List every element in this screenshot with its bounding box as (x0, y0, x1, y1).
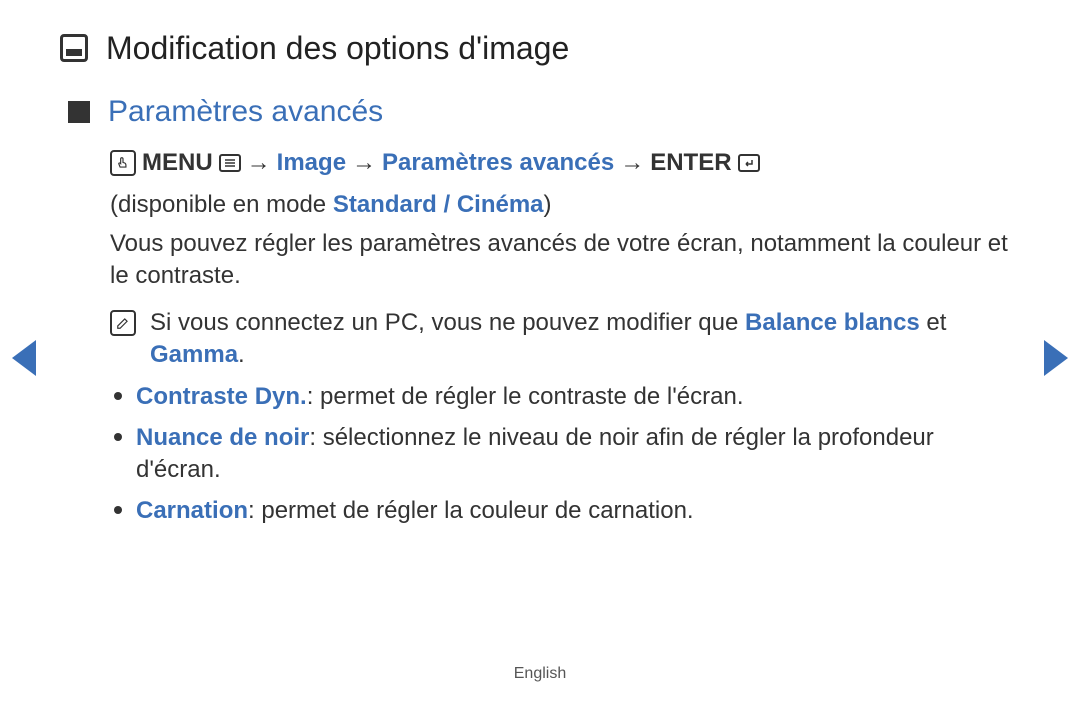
arrow-icon: → (247, 147, 271, 179)
bullet-icon (114, 392, 122, 400)
item-label: Carnation (136, 497, 248, 524)
menu-button-icon (219, 154, 241, 172)
page-content: Modification des options d'image Paramèt… (0, 0, 1080, 555)
next-page-arrow[interactable] (1044, 340, 1068, 376)
menu-label: MENU (142, 147, 213, 179)
note-icon (110, 310, 136, 336)
remote-hand-icon (110, 150, 136, 176)
bullet-icon (114, 433, 122, 441)
page-title: Modification des options d'image (106, 30, 569, 67)
title-row: Modification des options d'image (60, 30, 1020, 67)
list-item: Nuance de noir: sélectionnez le niveau d… (114, 422, 1020, 487)
menu-path: MENU → Image → Paramètres avancés → ENTE… (110, 147, 1020, 179)
prev-page-arrow[interactable] (12, 340, 36, 376)
availability-text: (disponible en mode Standard / Cinéma) (110, 189, 1020, 221)
square-bullet-icon (68, 101, 90, 123)
note-text: Si vous connectez un PC, vous ne pouvez … (150, 307, 1020, 372)
note-row: Si vous connectez un PC, vous ne pouvez … (110, 307, 1020, 372)
description-text: Vous pouvez régler les paramètres avancé… (110, 228, 1020, 293)
list-item: Carnation: permet de régler la couleur d… (114, 495, 1020, 527)
list-item: Contraste Dyn.: permet de régler le cont… (114, 381, 1020, 413)
bullet-icon (114, 506, 122, 514)
breadcrumb-image: Image (277, 147, 346, 179)
book-icon (60, 34, 88, 62)
arrow-icon: → (352, 147, 376, 179)
breadcrumb-params: Paramètres avancés (382, 147, 614, 179)
item-label: Contraste Dyn. (136, 383, 307, 410)
item-text: : permet de régler la couleur de carnati… (248, 497, 694, 524)
item-label: Nuance de noir (136, 424, 309, 451)
section-title: Paramètres avancés (108, 95, 383, 129)
footer-language: English (0, 665, 1080, 683)
item-text: : permet de régler le contraste de l'écr… (307, 383, 744, 410)
arrow-icon: → (620, 147, 644, 179)
enter-button-icon (738, 154, 760, 172)
section-row: Paramètres avancés (68, 95, 1020, 129)
enter-label: ENTER (650, 147, 731, 179)
feature-list: Contraste Dyn.: permet de régler le cont… (110, 381, 1020, 527)
